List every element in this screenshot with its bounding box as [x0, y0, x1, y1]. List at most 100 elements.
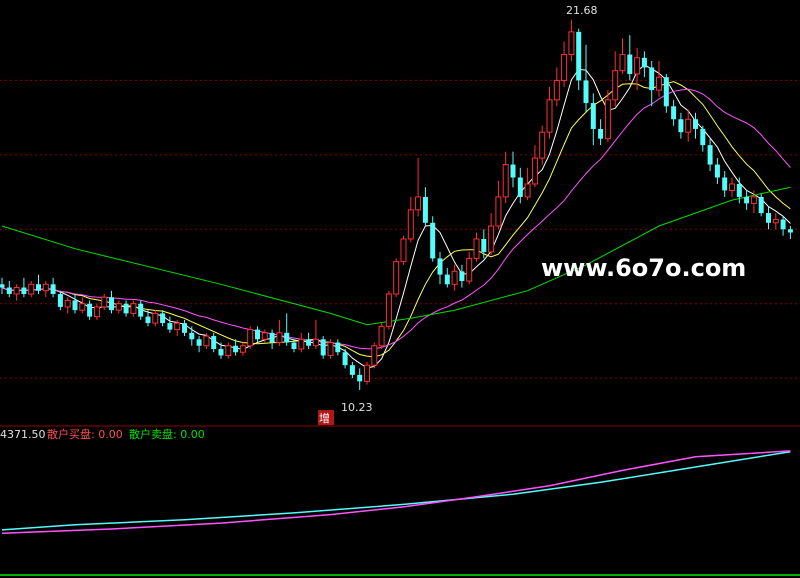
watermark: www.6o7o.com — [541, 254, 746, 282]
candle-body-up — [685, 118, 692, 133]
candle-body-down — [196, 339, 202, 346]
candle-body-down — [780, 219, 786, 230]
candle-body-down — [138, 303, 144, 317]
ma-10-line — [1, 81, 791, 358]
increase-marker-label: 增 — [319, 411, 330, 425]
candle-body-up — [400, 238, 407, 263]
candle-body-up — [93, 306, 100, 318]
candle-body-up — [466, 257, 473, 282]
candle-body-down — [36, 284, 41, 291]
candle-body-up — [729, 183, 735, 191]
candle-body-down — [109, 297, 114, 311]
candle-body-down — [598, 128, 604, 139]
candle-body-up — [451, 270, 458, 285]
candle-body-down — [269, 332, 275, 343]
candle-body-down — [349, 365, 355, 375]
candle-body-down — [459, 271, 465, 282]
candle-body-down — [787, 229, 793, 233]
candle-body-up — [488, 225, 495, 253]
candle-body-up — [619, 54, 626, 72]
indicator-value-label: 4371.50 — [0, 428, 46, 441]
candle-body-up — [298, 338, 305, 350]
candle-body-up — [247, 329, 254, 347]
candle-body-down — [306, 339, 312, 346]
candle-body-down — [766, 213, 771, 223]
candle-body-down — [167, 323, 173, 330]
indicator-lines — [1, 450, 791, 535]
candle-body-down — [736, 183, 742, 197]
candle-body-up — [553, 79, 560, 101]
candle-body-down — [437, 258, 443, 275]
candle-body-down — [517, 177, 523, 197]
increase-marker: 增 — [318, 410, 334, 425]
retail-sell-label: 散户卖盘: 0.00 — [129, 427, 205, 441]
candle-body-up — [546, 99, 553, 133]
candle-body-up — [612, 70, 619, 101]
candle-body-up — [101, 296, 108, 308]
candle-body-down — [50, 284, 56, 294]
candle-body-down — [641, 57, 647, 68]
candle-body-down — [422, 196, 428, 223]
candle-body-up — [502, 164, 509, 198]
candle-body-down — [189, 332, 195, 340]
candle-body-down — [6, 287, 12, 294]
candles — [0, 19, 793, 391]
candle-body-up — [750, 196, 757, 204]
candle-body-down — [700, 128, 706, 146]
candle-body-up — [64, 299, 71, 308]
candle-body-down — [481, 238, 487, 252]
candle-body-down — [627, 54, 633, 74]
candle-body-down — [335, 342, 341, 353]
candle-body-up — [524, 183, 531, 198]
candle-body-down — [87, 303, 93, 317]
candlestick-chart: 21.68 10.23 增 4371.50 散户买盘: 0.00 散户卖盘: 0… — [0, 4, 800, 576]
candle-body-up — [495, 196, 502, 227]
candle-body-up — [539, 131, 546, 159]
candle-body-up — [772, 219, 779, 224]
candle-body-up — [604, 99, 611, 140]
candle-body-up — [276, 332, 283, 344]
candle-body-down — [233, 345, 239, 353]
candle-body-down — [211, 336, 217, 349]
candle-body-up — [225, 345, 232, 356]
candle-body-down — [145, 316, 151, 324]
candle-body-down — [123, 303, 129, 314]
candle-body-down — [320, 339, 326, 356]
candle-body-up — [415, 196, 422, 211]
candle-body-up — [203, 335, 210, 347]
candle-body-up — [393, 261, 400, 295]
low-price-label: 10.23 — [341, 401, 373, 414]
candle-body-down — [576, 31, 582, 81]
candle-body-up — [568, 31, 575, 56]
candle-body-up — [371, 345, 378, 366]
candle-body-up — [130, 303, 137, 314]
candle-body-down — [590, 103, 596, 129]
candle-body-up — [152, 312, 159, 324]
candle-body-up — [115, 303, 122, 311]
candle-body-down — [72, 300, 78, 311]
candle-body-down — [444, 274, 450, 285]
candle-body-up — [561, 54, 568, 81]
candle-body-up — [531, 157, 538, 185]
candle-body-up — [407, 209, 414, 240]
candle-body-up — [13, 287, 20, 295]
candle-body-up — [473, 238, 480, 259]
candle-body-down — [342, 352, 348, 366]
candle-body-down — [291, 342, 297, 349]
candle-body-down — [21, 287, 27, 294]
candle-body-up — [327, 342, 334, 356]
high-price-label: 21.68 — [566, 4, 598, 17]
candle-body-up — [28, 283, 35, 295]
candle-body-up — [378, 325, 385, 347]
candle-body-up — [261, 332, 268, 340]
indicator-line-1 — [1, 450, 791, 531]
candle-body-down — [0, 284, 5, 288]
candle-body-down — [218, 348, 224, 356]
candle-body-up — [634, 57, 641, 75]
candle-body-down — [160, 313, 166, 324]
candle-body-down — [255, 329, 260, 340]
candle-body-down — [714, 164, 720, 178]
indicator-line-2 — [1, 450, 791, 535]
candle-body-up — [174, 322, 181, 331]
candle-body-down — [649, 67, 655, 91]
